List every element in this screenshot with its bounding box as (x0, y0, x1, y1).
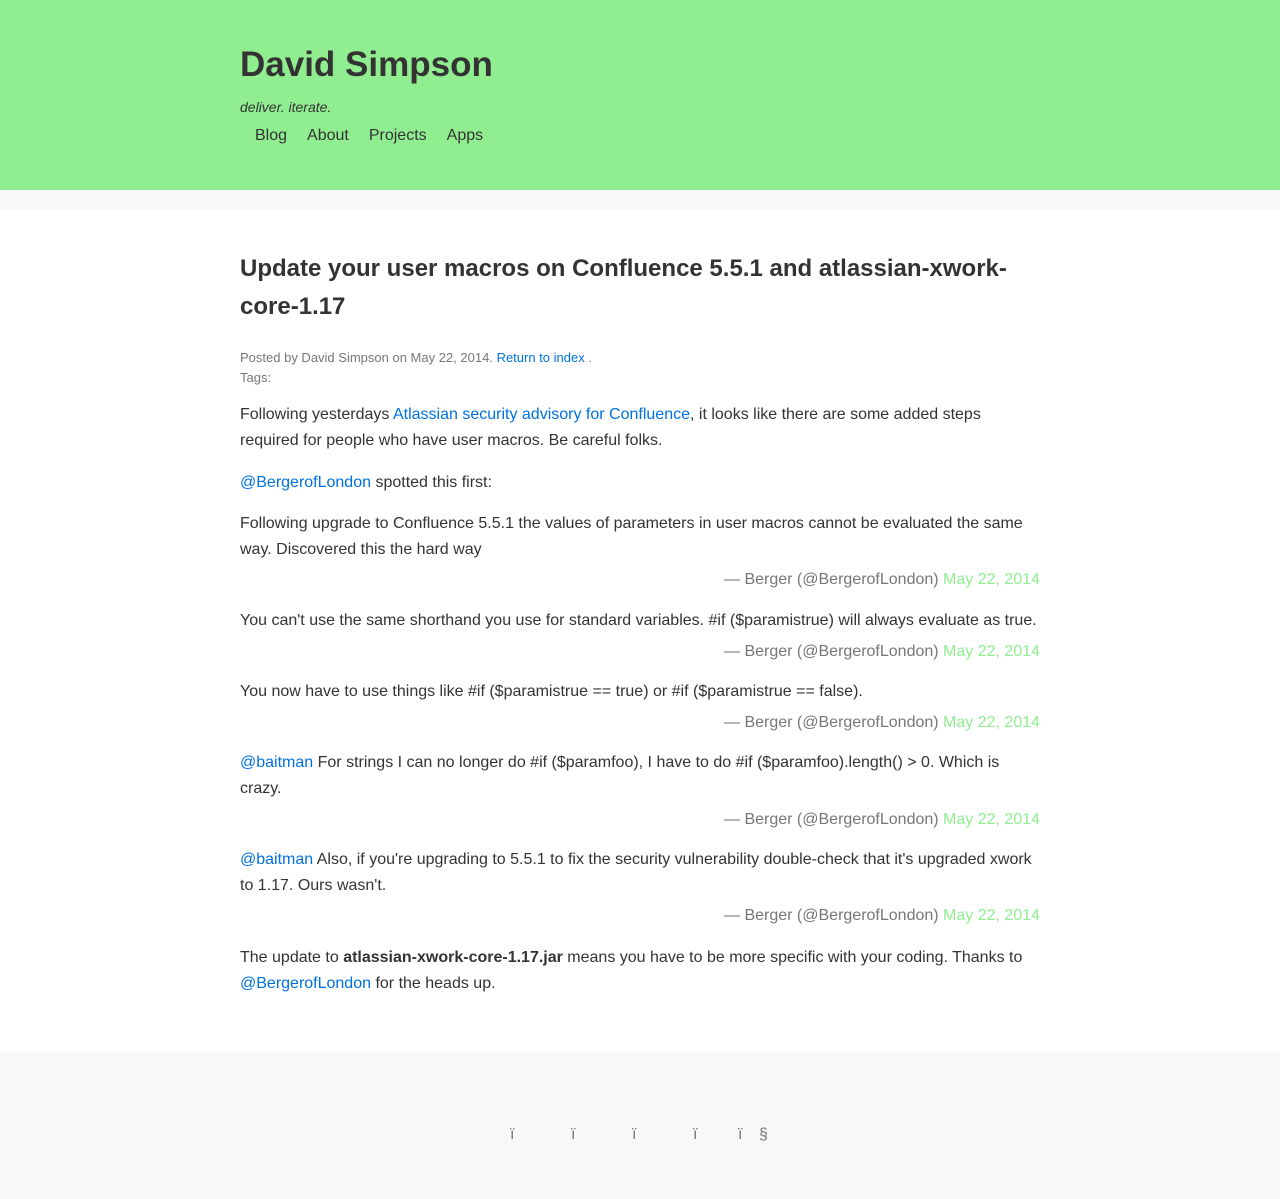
tweet-body: You can't use the same shorthand you use… (240, 612, 1037, 629)
meta-suffix: . (588, 350, 592, 365)
tweet-text: You now have to use things like #if ($pa… (240, 679, 1040, 705)
tweet-attribution: — Berger (@BergerofLondon) May 22, 2014 (240, 810, 1040, 830)
tweet-body: You now have to use things like #if ($pa… (240, 683, 863, 700)
baitman-link[interactable]: @baitman (240, 754, 313, 771)
berger-link[interactable]: @BergerofLondon (240, 474, 371, 491)
return-to-index-link[interactable]: Return to index (497, 350, 585, 365)
text: for the heads up. (371, 975, 496, 992)
social-icon[interactable]: ï (510, 1125, 514, 1145)
tweet-attribution: — Berger (@BergerofLondon) May 22, 2014 (240, 713, 1040, 733)
post-meta: Posted by David Simpson on May 22, 2014.… (240, 348, 592, 388)
site-header: David Simpson deliver. iterate. Blog Abo… (0, 0, 1280, 190)
spotted-paragraph: @BergerofLondon spotted this first: (240, 470, 1040, 496)
tweet-author: — Berger (@BergerofLondon) (724, 811, 939, 828)
tweet-attribution: — Berger (@BergerofLondon) May 22, 2014 (240, 906, 1040, 926)
post-card: Update your user macros on Confluence 5.… (0, 210, 1280, 1052)
nav-about[interactable]: About (307, 126, 349, 146)
berger-link[interactable]: @BergerofLondon (240, 975, 371, 992)
advisory-link[interactable]: Atlassian security advisory for Confluen… (393, 406, 690, 423)
social-icon[interactable]: ï (571, 1125, 575, 1145)
tweet-body: For strings I can no longer do #if ($par… (240, 754, 1000, 797)
social-icon[interactable]: ï (632, 1125, 636, 1145)
social-icon[interactable]: § (759, 1125, 768, 1145)
text: Following yesterdays (240, 406, 393, 423)
tweet-date-link[interactable]: May 22, 2014 (943, 714, 1040, 731)
tweet-date-link[interactable]: May 22, 2014 (943, 811, 1040, 828)
tweet-author: — Berger (@BergerofLondon) (724, 571, 939, 588)
site-title[interactable]: David Simpson (240, 44, 1280, 86)
intro-paragraph: Following yesterdays Atlassian security … (240, 402, 1040, 454)
tweet-attribution: — Berger (@BergerofLondon) May 22, 2014 (240, 570, 1040, 590)
tweet-attribution: — Berger (@BergerofLondon) May 22, 2014 (240, 642, 1040, 662)
text: means you have to be more specific with … (562, 949, 1023, 966)
baitman-link[interactable]: @baitman (240, 851, 313, 868)
nav-projects[interactable]: Projects (369, 126, 427, 146)
text: The update to (240, 949, 344, 966)
post-tags: Tags: (240, 370, 272, 385)
tweet-text: Following upgrade to Confluence 5.5.1 th… (240, 511, 1040, 563)
footer-social-icons: ï ï ï ï ï § (0, 1125, 1280, 1145)
text: spotted this first: (371, 474, 492, 491)
tweet-date-link[interactable]: May 22, 2014 (943, 907, 1040, 924)
tweet-body: Following upgrade to Confluence 5.5.1 th… (240, 515, 1023, 558)
tweet-text: You can't use the same shorthand you use… (240, 608, 1040, 634)
tweet-text: @baitman For strings I can no longer do … (240, 750, 1040, 802)
main-nav: Blog About Projects Apps (240, 126, 1280, 146)
post-title: Update your user macros on Confluence 5.… (240, 255, 1007, 320)
tweet-author: — Berger (@BergerofLondon) (724, 714, 939, 731)
nav-blog[interactable]: Blog (255, 126, 287, 146)
tweet-date-link[interactable]: May 22, 2014 (943, 643, 1040, 660)
tweet-author: — Berger (@BergerofLondon) (724, 643, 939, 660)
post-byline: Posted by David Simpson on May 22, 2014. (240, 350, 493, 365)
social-icon[interactable]: ï (693, 1125, 697, 1145)
social-icon[interactable]: ï (738, 1125, 742, 1145)
tweet-body: Also, if you're upgrading to 5.5.1 to fi… (240, 851, 1032, 894)
tweet-text: @baitman Also, if you're upgrading to 5.… (240, 847, 1040, 899)
tweet-date-link[interactable]: May 22, 2014 (943, 571, 1040, 588)
nav-apps[interactable]: Apps (447, 126, 483, 146)
closing-paragraph: The update to atlassian-xwork-core-1.17.… (240, 945, 1040, 997)
tweet-author: — Berger (@BergerofLondon) (724, 907, 939, 924)
jar-name: atlassian-xwork-core-1.17.jar (343, 949, 563, 966)
site-tagline: deliver. iterate. (240, 99, 332, 115)
